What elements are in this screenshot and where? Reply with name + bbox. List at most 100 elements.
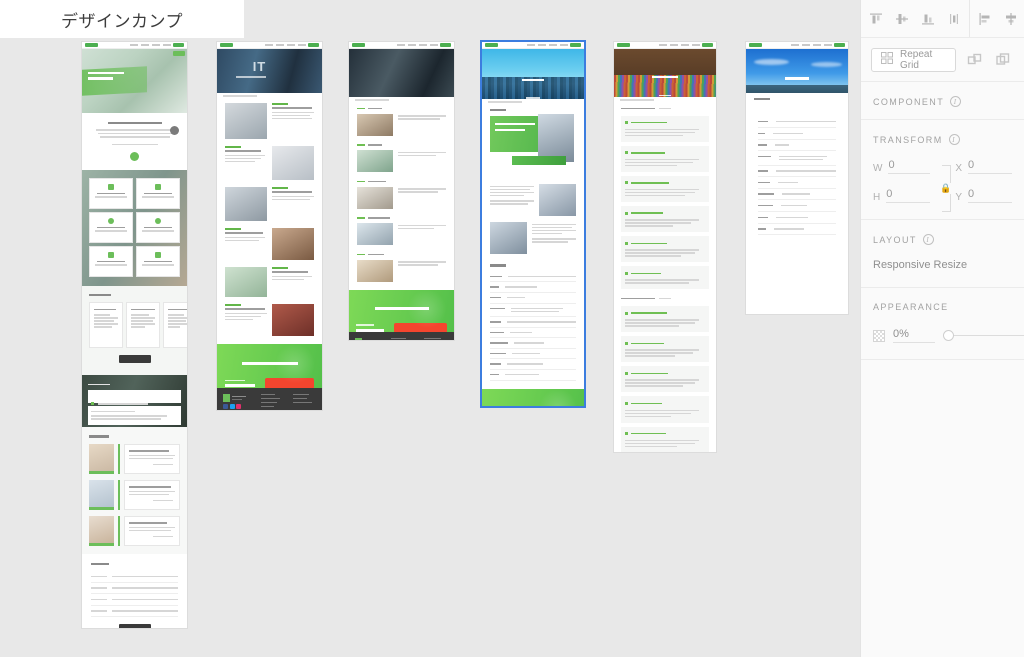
mock-news-row: [91, 571, 178, 583]
grid-icon: [881, 52, 893, 67]
canvas-area[interactable]: IT: [0, 38, 860, 657]
artboard-service[interactable]: IT: [217, 42, 322, 410]
component-section-title: COMPONENT: [873, 96, 945, 107]
x-value: 0: [967, 159, 1013, 174]
mock-cta-band: [217, 344, 322, 389]
responsive-resize-option[interactable]: Responsive Resize: [861, 257, 1024, 287]
artboard-home[interactable]: [82, 42, 187, 628]
layout-section: LAYOUT i Responsive Resize: [861, 220, 1024, 288]
mock-table-row: [490, 317, 576, 328]
mock-nav-links: [764, 44, 832, 46]
info-icon[interactable]: i: [922, 234, 934, 245]
artboard-faq[interactable]: [614, 42, 716, 452]
info-icon[interactable]: i: [950, 96, 962, 107]
group-icon[interactable]: [992, 49, 1014, 71]
mock-table-row: [490, 304, 576, 318]
mock-accordion-row: [88, 390, 181, 405]
mock-faq-item: [621, 396, 709, 423]
mock-nav-links: [367, 44, 438, 46]
mock-news: [82, 553, 187, 628]
opacity-slider-knob[interactable]: [943, 330, 954, 341]
mock-hero: IT: [217, 49, 322, 93]
mock-cta-band: [482, 388, 584, 406]
mock-cta-band: [349, 289, 454, 333]
mock-logo: [220, 43, 233, 47]
mock-navbar: [217, 42, 322, 49]
opacity-row: 0%: [873, 328, 1024, 343]
mock-faq-band: [82, 375, 187, 428]
mock-news-row: [91, 594, 178, 606]
mock-footer: [349, 331, 454, 340]
mock-circle-icon: [130, 151, 139, 161]
mock-table-row: [490, 370, 576, 381]
mock-feature-card: [89, 211, 133, 243]
width-label: W: [873, 163, 883, 174]
align-vertical-center-icon[interactable]: [891, 8, 913, 30]
mock-table-row: [758, 128, 836, 140]
mock-voice-item: [89, 479, 180, 510]
artboard-contact[interactable]: [746, 42, 848, 314]
mock-accordion-row: [88, 406, 181, 426]
mock-hero: [82, 49, 187, 113]
info-icon[interactable]: i: [948, 134, 960, 145]
align-horizontal-center-icon[interactable]: [1000, 8, 1022, 30]
mock-table-row: [758, 140, 836, 152]
mock-badge: [170, 126, 179, 135]
y-value: 0: [967, 188, 1013, 203]
mock-nav-links: [235, 44, 306, 46]
mock-table-row: [490, 338, 576, 349]
x-field[interactable]: X 0: [955, 159, 1013, 174]
y-field[interactable]: Y 0: [955, 188, 1013, 203]
mock-logo: [485, 43, 498, 47]
width-field[interactable]: W 0: [873, 159, 930, 174]
transform-section-title: TRANSFORM: [873, 134, 943, 145]
distribute-vertical-icon[interactable]: [943, 8, 965, 30]
mock-work-item: [357, 179, 446, 209]
align-top-icon[interactable]: [865, 8, 887, 30]
mock-logo: [85, 43, 98, 47]
mock-logo: [352, 43, 365, 47]
mock-voice-item: [89, 515, 180, 546]
mock-intro: [82, 113, 187, 170]
mock-hero-tag: [173, 51, 185, 56]
mock-faq-item: [621, 115, 709, 142]
transform-fields: 🔒 W 0 X 0 H 0 Y 0: [861, 157, 1024, 219]
height-field[interactable]: H 0: [873, 188, 930, 203]
ungroup-icon[interactable]: [964, 49, 986, 71]
opacity-icon: [873, 329, 885, 342]
mock-row: [225, 146, 314, 180]
artboard-service-wrap: IT: [217, 38, 322, 410]
mock-row: [225, 228, 314, 260]
opacity-value[interactable]: 0%: [893, 328, 935, 343]
mock-table-row: [758, 189, 836, 201]
mock-table-row: [490, 359, 576, 370]
mock-table-row: [758, 177, 836, 189]
mock-footer: [217, 388, 322, 410]
mock-feature-grid: [82, 169, 187, 286]
mock-work-item: [357, 216, 446, 246]
mock-message: [482, 105, 584, 255]
artboard-company[interactable]: [480, 40, 586, 408]
mock-nav-cta: [834, 43, 845, 47]
mock-plan-card: [163, 302, 187, 349]
opacity-slider[interactable]: [943, 330, 1024, 342]
mock-navbar: [614, 42, 716, 49]
mock-logo: [617, 43, 630, 47]
mock-table-row: [490, 328, 576, 339]
mock-nav-cta: [570, 43, 581, 47]
repeat-grid-row: Repeat Grid: [861, 38, 1024, 82]
repeat-grid-button[interactable]: Repeat Grid: [871, 47, 956, 72]
mock-company-table: [482, 260, 584, 389]
align-group-horizontal: [969, 0, 1024, 37]
align-bottom-icon[interactable]: [917, 8, 939, 30]
mock-table-row: [758, 116, 836, 128]
tab-design-comp[interactable]: デザインカンプ: [0, 0, 244, 38]
artboard-works[interactable]: [349, 42, 454, 340]
aspect-lock-control[interactable]: 🔒: [933, 165, 959, 212]
artboard-contact-wrap: [746, 38, 848, 314]
mock-faq-item: [621, 306, 709, 333]
align-left-icon[interactable]: [974, 8, 996, 30]
layout-section-header: LAYOUT i: [861, 220, 1024, 257]
mock-faq-item: [621, 366, 709, 393]
xd-workspace: デザインカンプ IT Repeat Grid COMPONENT I TRANS…: [0, 0, 1024, 657]
